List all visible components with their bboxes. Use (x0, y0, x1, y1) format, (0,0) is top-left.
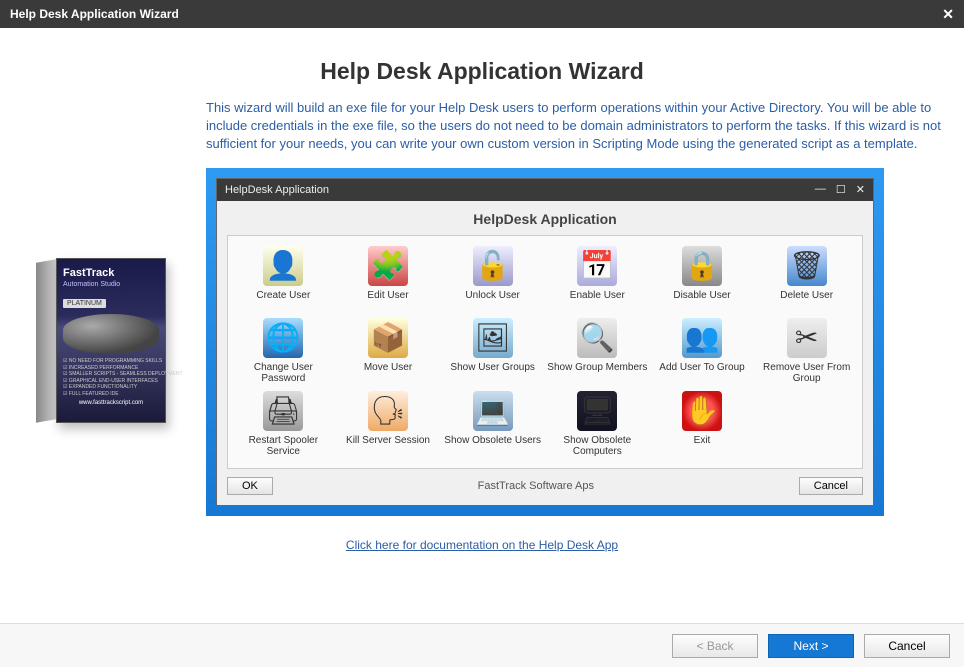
app-icon-disable-user: 🔒 Disable User (651, 246, 754, 312)
next-button[interactable]: Next > (768, 634, 854, 658)
show-group-members-icon: 🔍 (577, 318, 617, 358)
inner-maximize-icon: ☐ (836, 183, 846, 196)
app-icon-unlock-user: 🔓 Unlock User (441, 246, 544, 312)
inner-footer: OK FastTrack Software Aps Cancel (217, 469, 873, 505)
exit-icon: ✋ (682, 391, 722, 431)
intro-text: This wizard will build an exe file for y… (206, 99, 942, 154)
icon-label: Add User To Group (651, 362, 754, 384)
icon-label: Show Group Members (546, 362, 649, 384)
app-icon-restart-spooler-service: 🖨 Restart Spooler Service (232, 391, 335, 458)
icon-label: Change User Password (232, 362, 335, 385)
create-user-icon: 👤 (263, 246, 303, 286)
icon-label: Unlock User (441, 290, 544, 312)
icon-label: Create User (232, 290, 335, 312)
app-icon-exit: ✋ Exit (651, 391, 754, 458)
product-edition: PLATINUM (63, 299, 106, 308)
inner-footer-text: FastTrack Software Aps (273, 480, 799, 492)
app-icon-delete-user: 🗑 Delete User (755, 246, 858, 312)
app-icon-move-user: 📦 Move User (337, 318, 440, 385)
icon-label: Edit User (337, 290, 440, 312)
page-heading: Help Desk Application Wizard (22, 58, 942, 85)
back-button[interactable]: < Back (672, 634, 758, 658)
icon-label: Enable User (546, 290, 649, 312)
change-user-password-icon: 🌐 (263, 318, 303, 358)
icon-label: Delete User (755, 290, 858, 312)
remove-user-from-group-icon: ✂ (787, 318, 827, 358)
app-icon-show-obsolete-users: 💻 Show Obsolete Users (441, 391, 544, 458)
show-user-groups-icon: 🖼 (473, 318, 513, 358)
wizard-button-bar: < Back Next > Cancel (0, 623, 964, 667)
unlock-user-icon: 🔓 (473, 246, 513, 286)
icon-label: Show User Groups (441, 362, 544, 384)
enable-user-icon: 📅 (577, 246, 617, 286)
icon-label: Restart Spooler Service (232, 435, 335, 458)
app-icon-create-user: 👤 Create User (232, 246, 335, 312)
inner-title: HelpDesk Application (225, 184, 329, 196)
app-icon-edit-user: 🧩 Edit User (337, 246, 440, 312)
product-box-image: FastTrack Automation Studio PLATINUM ☑ N… (36, 258, 186, 428)
app-icon-remove-user-from-group: ✂ Remove User From Group (755, 318, 858, 385)
app-icon-show-obsolete-computers: 🖥 Show Obsolete Computers (546, 391, 649, 458)
app-icon-enable-user: 📅 Enable User (546, 246, 649, 312)
wizard-content: Help Desk Application Wizard This wizard… (0, 28, 964, 624)
example-screenshot: HelpDesk Application — ☐ ✕ HelpDesk Appl… (206, 168, 884, 516)
edit-user-icon: 🧩 (368, 246, 408, 286)
add-user-to-group-icon: 👥 (682, 318, 722, 358)
inner-titlebar: HelpDesk Application — ☐ ✕ (217, 179, 873, 201)
doc-link-wrap: Click here for documentation on the Help… (22, 536, 942, 554)
show-obsolete-computers-icon: 🖥 (577, 391, 617, 431)
wizard-titlebar: Help Desk Application Wizard ✕ (0, 0, 964, 28)
wizard-title: Help Desk Application Wizard (10, 7, 179, 21)
icon-label: Show Obsolete Users (441, 435, 544, 457)
inner-close-icon: ✕ (856, 183, 865, 196)
app-icon-add-user-to-group: 👥 Add User To Group (651, 318, 754, 385)
delete-user-icon: 🗑 (787, 246, 827, 286)
icon-label: Move User (337, 362, 440, 384)
documentation-link[interactable]: Click here for documentation on the Help… (346, 538, 618, 552)
app-icon-show-group-members: 🔍 Show Group Members (546, 318, 649, 385)
product-url: www.fasttrackscript.com (57, 400, 165, 406)
disable-user-icon: 🔒 (682, 246, 722, 286)
wizard-close-icon[interactable]: ✕ (942, 6, 954, 23)
app-icon-kill-server-session: 🗣 Kill Server Session (337, 391, 440, 458)
cancel-button[interactable]: Cancel (864, 634, 950, 658)
icon-label: Disable User (651, 290, 754, 312)
product-subtitle: Automation Studio (57, 281, 165, 292)
icon-label: Remove User From Group (755, 362, 858, 385)
inner-minimize-icon: — (815, 183, 826, 196)
inner-heading: HelpDesk Application (217, 201, 873, 235)
app-icon-change-user-password: 🌐 Change User Password (232, 318, 335, 385)
move-user-icon: 📦 (368, 318, 408, 358)
icon-label: Kill Server Session (337, 435, 440, 457)
icon-label: Exit (651, 435, 754, 457)
product-brand: FastTrack (57, 259, 165, 281)
kill-server-session-icon: 🗣 (368, 391, 408, 431)
show-obsolete-users-icon: 💻 (473, 391, 513, 431)
inner-cancel-button: Cancel (799, 477, 863, 495)
restart-spooler-service-icon: 🖨 (263, 391, 303, 431)
inner-ok-button: OK (227, 477, 273, 495)
icon-grid: 👤 Create User 🧩 Edit User 🔓 Unlock User 📅 Enabl… (227, 235, 863, 469)
product-features: ☑ NO NEED FOR PROGRAMMING SKILLS ☑ INCRE… (63, 358, 159, 397)
icon-label: Show Obsolete Computers (546, 435, 649, 458)
app-icon-show-user-groups: 🖼 Show User Groups (441, 318, 544, 385)
